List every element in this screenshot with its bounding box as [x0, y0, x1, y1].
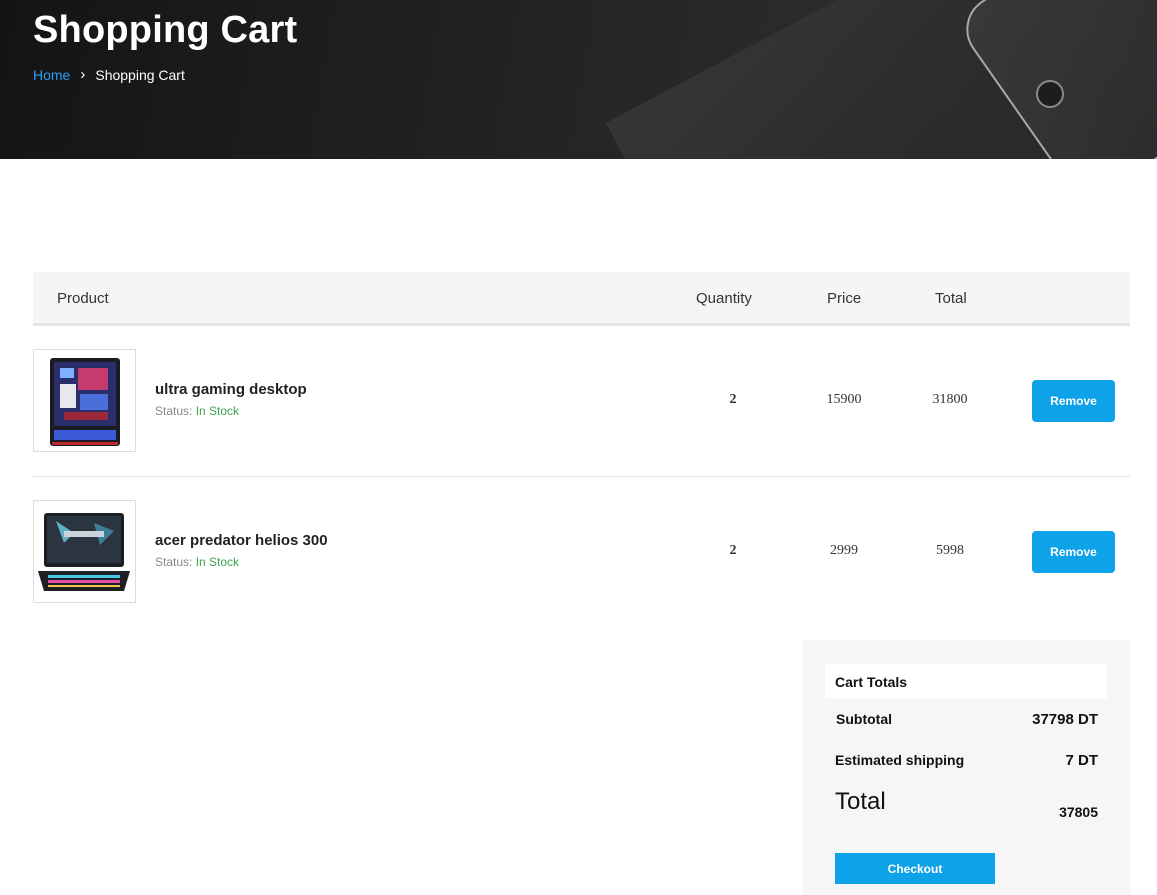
remove-button[interactable]: Remove [1032, 531, 1115, 573]
product-name[interactable]: acer predator helios 300 [155, 532, 328, 549]
column-header-product: Product [57, 290, 109, 307]
line-total-value: 31800 [932, 392, 968, 407]
breadcrumb-separator-icon: › [80, 66, 86, 83]
laptop-image [38, 513, 130, 591]
cart-table: Product Quantity Price Total ultra gamin… [33, 272, 1130, 603]
breadcrumb: Home › Shopping Cart [33, 66, 185, 83]
stock-status-badge: In Stock [195, 555, 240, 569]
product-status: Status: In Stock [155, 404, 239, 418]
product-name[interactable]: ultra gaming desktop [155, 381, 307, 398]
stock-status-badge: In Stock [195, 404, 240, 418]
remove-button[interactable]: Remove [1032, 380, 1115, 422]
subtotal-label: Subtotal [836, 711, 892, 727]
shipping-label: Estimated shipping [835, 752, 965, 768]
breadcrumb-current: Shopping Cart [95, 66, 185, 83]
price-value: 2999 [830, 543, 858, 558]
subtotal-value: 37798 DT [1032, 711, 1098, 728]
status-label: Status: [155, 404, 193, 418]
grand-total-value: 37805 [1059, 804, 1098, 820]
product-status: Status: In Stock [155, 555, 239, 569]
price-value: 15900 [826, 392, 862, 407]
quantity-value: 2 [729, 392, 737, 407]
page-hero-banner: Shopping Cart Home › Shopping Cart [0, 0, 1157, 159]
grand-total-label: Total [835, 788, 886, 815]
quantity-value: 2 [729, 543, 737, 558]
column-header-quantity: Quantity [696, 290, 752, 307]
line-total-value: 5998 [936, 543, 964, 558]
column-header-total: Total [935, 290, 967, 307]
breadcrumb-home-link[interactable]: Home [33, 67, 70, 83]
table-row: acer predator helios 300 Status: In Stoc… [33, 477, 1130, 628]
cart-totals-panel: Cart Totals Subtotal 37798 DT Estimated … [802, 640, 1130, 895]
product-thumbnail[interactable] [33, 349, 136, 452]
phone-button-decoration [1036, 80, 1064, 108]
column-header-price: Price [827, 290, 862, 307]
product-thumbnail[interactable] [33, 500, 136, 603]
page-title: Shopping Cart [33, 9, 298, 51]
table-row: ultra gaming desktop Status: In Stock 2 … [33, 326, 1130, 477]
shipping-value: 7 DT [1065, 752, 1098, 769]
status-label: Status: [155, 555, 193, 569]
gaming-desktop-image [50, 358, 120, 446]
cart-totals-title: Cart Totals [825, 664, 1107, 698]
checkout-button[interactable]: Checkout [835, 853, 995, 884]
table-header: Product Quantity Price Total [33, 272, 1130, 326]
